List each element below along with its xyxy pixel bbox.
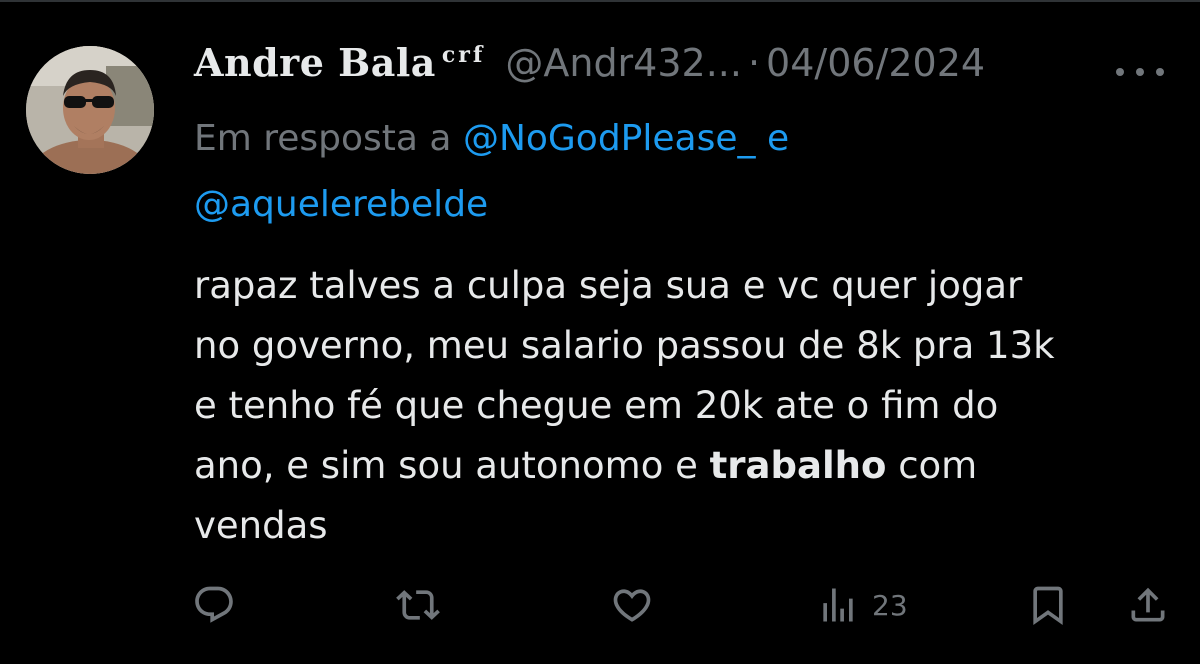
tweet-text: rapaz talves a culpa seja sua e vc quer … xyxy=(194,256,1169,556)
author-name-suffix: crf xyxy=(441,42,486,68)
bookmark-icon xyxy=(1033,586,1063,626)
tweet-date[interactable]: 04/06/2024 xyxy=(766,41,985,85)
header-separator: · xyxy=(747,41,761,85)
tweet-text-line: no governo, meu salario passou de 8k pra… xyxy=(194,324,1055,367)
reply-prefix: Em resposta a xyxy=(194,118,452,159)
tweet-action-bar: 23 xyxy=(192,580,1172,630)
views-bar-chart-icon xyxy=(823,588,853,622)
heart-icon xyxy=(613,589,651,622)
more-options-button[interactable] xyxy=(1116,62,1164,82)
share-button[interactable] xyxy=(1126,580,1170,630)
like-button[interactable] xyxy=(610,580,654,630)
more-dots-icon xyxy=(1136,68,1144,76)
tweet-header: Andre Bala crf @Andr432... · 04/06/2024 xyxy=(194,40,1164,102)
more-dots-icon xyxy=(1156,68,1164,76)
reply-context: Em resposta a @NoGodPlease_ e @aquelereb… xyxy=(194,106,1164,238)
tweet-text-line: com xyxy=(898,444,978,487)
views-button[interactable]: 23 xyxy=(816,580,908,630)
tweet-text-line: ano, e sim sou autonomo e xyxy=(194,444,698,487)
more-dots-icon xyxy=(1116,68,1124,76)
top-divider xyxy=(0,0,1200,2)
tweet-body: Andre Bala crf @Andr432... · 04/06/2024 … xyxy=(194,40,1164,556)
author-handle[interactable]: @Andr432... xyxy=(505,41,742,85)
tweet-text-bold-word: trabalho xyxy=(709,444,887,487)
avatar[interactable] xyxy=(26,46,154,174)
bookmark-button[interactable] xyxy=(1026,580,1070,630)
retweet-button[interactable] xyxy=(396,580,440,630)
tweet-text-line: e tenho fé que chegue em 20k ate o fim d… xyxy=(194,384,999,427)
reply-icon xyxy=(195,586,233,623)
reply-conjunction[interactable]: e xyxy=(767,118,789,159)
retweet-icon xyxy=(396,590,440,620)
tweet-text-line: rapaz talves a culpa seja sua e vc quer … xyxy=(194,264,1023,307)
author-display-name[interactable]: Andre Bala xyxy=(194,40,436,85)
share-icon xyxy=(1131,587,1165,622)
tweet-text-line: vendas xyxy=(194,504,328,547)
views-count: 23 xyxy=(872,588,908,622)
reply-mention-aquelerebelde[interactable]: @aquelerebelde xyxy=(194,184,488,225)
reply-mention-nogodplease[interactable]: @NoGodPlease_ xyxy=(463,118,756,159)
avatar-photo xyxy=(26,46,154,174)
reply-button[interactable] xyxy=(192,580,236,630)
